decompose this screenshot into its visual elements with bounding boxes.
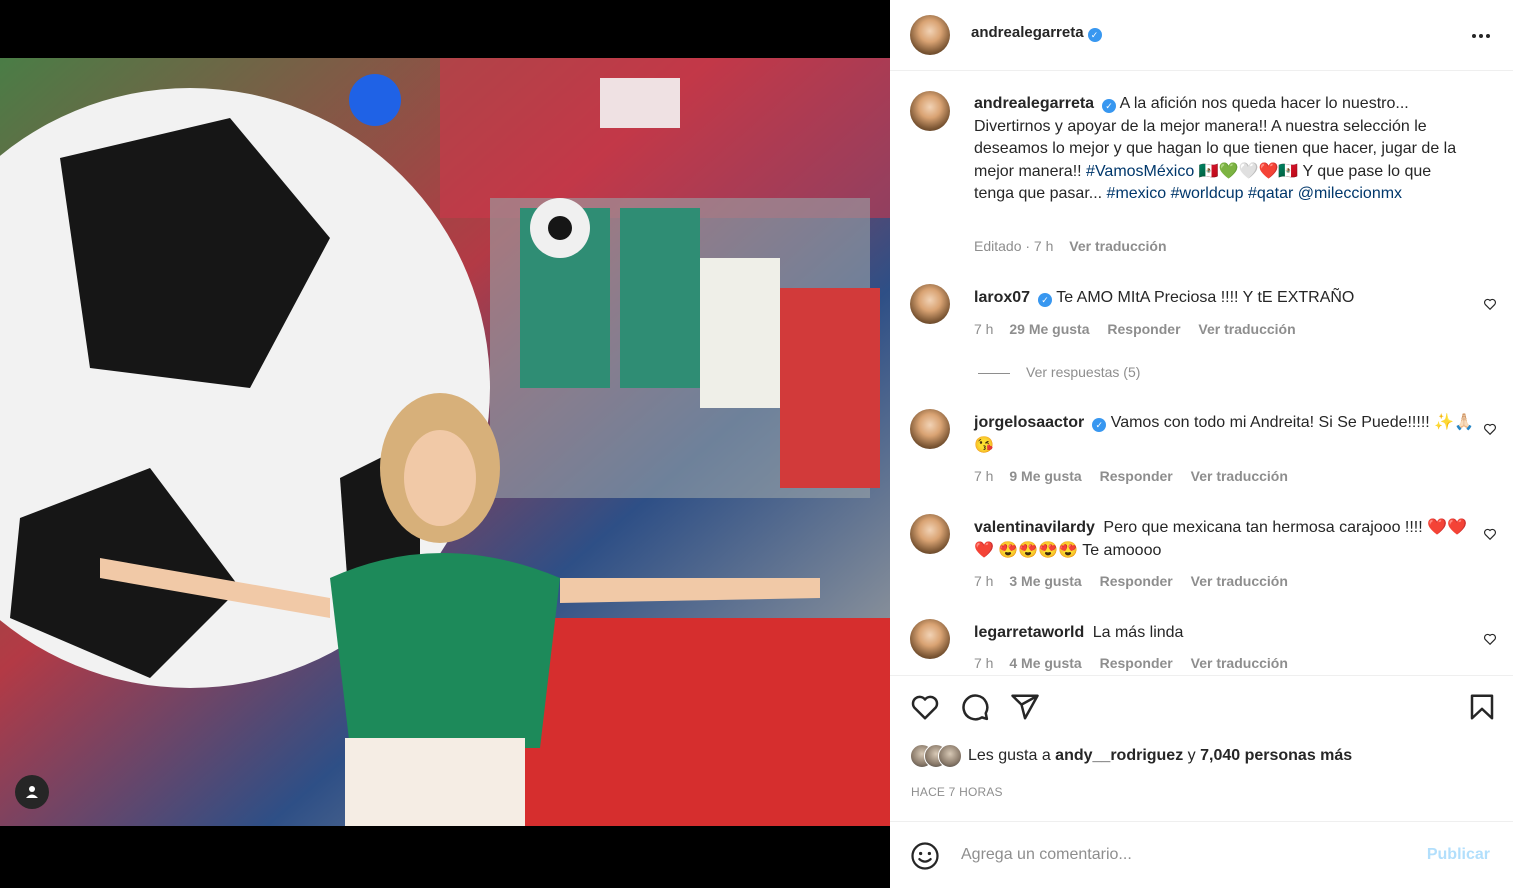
bookmark-icon[interactable]: [1467, 692, 1497, 722]
verified-icon: ✓: [1092, 418, 1107, 432]
comment-time: 7 h: [974, 321, 994, 337]
comment-avatar[interactable]: [910, 514, 950, 554]
photo-illustration: [0, 58, 890, 826]
comment-likes[interactable]: 4 Me gusta: [1009, 655, 1081, 671]
view-replies-button[interactable]: Ver respuestas (5): [978, 364, 1140, 380]
view-replies-label: Ver respuestas (5): [1026, 364, 1141, 380]
likes-count[interactable]: 7,040 personas más: [1200, 747, 1352, 764]
caption-text: andrealegarreta ✓ A la afición nos queda …: [974, 93, 1474, 206]
reply-button[interactable]: Responder: [1100, 468, 1173, 484]
comment-time: 7 h: [974, 655, 994, 671]
share-icon[interactable]: [1010, 692, 1040, 722]
post-panel: andrealegarreta ✓ andrealegarreta ✓ A la a…: [890, 0, 1513, 888]
comments-list[interactable]: andrealegarreta ✓ A la afición nos queda …: [890, 71, 1513, 675]
comment-username[interactable]: jorgelosaactor: [974, 414, 1084, 431]
translate-link[interactable]: Ver traducción: [1198, 321, 1295, 337]
comment-likes[interactable]: 9 Me gusta: [1009, 468, 1081, 484]
verified-icon: ✓: [1102, 99, 1117, 113]
verified-icon: ✓: [1087, 28, 1102, 42]
heart-icon[interactable]: [910, 692, 940, 722]
comment-body: La más linda: [1092, 624, 1184, 641]
hashtag[interactable]: #VamosMéxico: [1086, 163, 1194, 180]
hashtag[interactable]: #mexico: [1107, 185, 1167, 202]
caption-meta: Editado · 7 h Ver traducción: [974, 238, 1167, 254]
liker-avatar: [938, 744, 962, 768]
heart-icon[interactable]: [1483, 527, 1497, 541]
caption-emojis: 🇲🇽💚🤍❤️🇲🇽: [1194, 162, 1303, 180]
reply-button[interactable]: Responder: [1107, 321, 1180, 337]
comment-meta: 7 h 9 Me gusta Responder Ver traducción: [974, 468, 1288, 484]
comment-icon[interactable]: [960, 692, 990, 722]
comment-input[interactable]: Agrega un comentario...: [961, 846, 1132, 864]
comment-avatar[interactable]: [910, 284, 950, 324]
heart-icon[interactable]: [1483, 632, 1497, 646]
caption-username[interactable]: andrealegarreta: [974, 95, 1094, 112]
comment-avatar[interactable]: [910, 619, 950, 659]
comment-likes[interactable]: 3 Me gusta: [1009, 573, 1081, 589]
verified-icon: ✓: [1038, 293, 1053, 307]
comment-text: jorgelosaactor ✓ Vamos con todo mi Andrei…: [974, 412, 1474, 457]
emoji-icon[interactable]: [910, 841, 940, 871]
user-tag-icon[interactable]: [15, 775, 49, 809]
liker-avatars: [910, 744, 962, 768]
reply-button[interactable]: Responder: [1100, 655, 1173, 671]
heart-icon[interactable]: [1483, 422, 1497, 436]
comment-username[interactable]: larox07: [974, 289, 1030, 306]
mention-link[interactable]: @mileccionmx: [1298, 185, 1402, 202]
likes-prefix: Les gusta a: [968, 747, 1056, 765]
comment-avatar[interactable]: [910, 409, 950, 449]
comment-body: Te AMO MItA Preciosa !!!! Y tE EXTRAÑO: [1056, 289, 1355, 306]
comment-time: 7 h: [974, 573, 994, 589]
caption-edited: Editado · 7 h: [974, 238, 1054, 254]
comment-text: valentinavilardy Pero que mexicana tan h…: [974, 517, 1474, 562]
comment-meta: 7 h 3 Me gusta Responder Ver traducción: [974, 573, 1288, 589]
likes-user[interactable]: andy__rodriguez: [1055, 747, 1183, 764]
likes-summary[interactable]: Les gusta a andy__rodriguez y 7,040 pers…: [910, 744, 1352, 768]
translate-link[interactable]: Ver traducción: [1191, 573, 1288, 589]
comment-username[interactable]: valentinavilardy: [974, 519, 1095, 536]
post-media[interactable]: [0, 0, 890, 888]
translate-link[interactable]: Ver traducción: [1191, 468, 1288, 484]
comment-meta: 7 h 4 Me gusta Responder Ver traducción: [974, 655, 1288, 671]
translate-link[interactable]: Ver traducción: [1069, 238, 1166, 254]
author-avatar[interactable]: [910, 15, 950, 55]
post-timestamp: HACE 7 HORAS: [911, 785, 1003, 799]
author-username[interactable]: andrealegarreta: [971, 24, 1084, 41]
hashtag[interactable]: #qatar: [1248, 185, 1293, 202]
likes-mid: y: [1183, 747, 1201, 765]
comment-likes[interactable]: 29 Me gusta: [1009, 321, 1089, 337]
comment-meta: 7 h 29 Me gusta Responder Ver traducción: [974, 321, 1296, 337]
author-avatar[interactable]: [910, 91, 950, 131]
comment-text: larox07 ✓ Te AMO MItA Preciosa !!!! Y tE …: [974, 287, 1474, 310]
replies-divider: [978, 372, 1010, 374]
comment-username[interactable]: legarretaworld: [974, 624, 1084, 641]
heart-icon[interactable]: [1483, 297, 1497, 311]
action-bar: [890, 675, 1513, 736]
add-comment-bar: Agrega un comentario... Publicar: [890, 821, 1513, 889]
hashtag[interactable]: #worldcup: [1171, 185, 1244, 202]
comment-time: 7 h: [974, 468, 994, 484]
publish-button[interactable]: Publicar: [1427, 846, 1490, 864]
translate-link[interactable]: Ver traducción: [1191, 655, 1288, 671]
more-icon[interactable]: [1469, 24, 1493, 48]
post-photo: [0, 58, 890, 826]
comment-text: legarretaworld La más linda: [974, 622, 1474, 645]
post-header: andrealegarreta ✓: [890, 0, 1513, 71]
reply-button[interactable]: Responder: [1100, 573, 1173, 589]
